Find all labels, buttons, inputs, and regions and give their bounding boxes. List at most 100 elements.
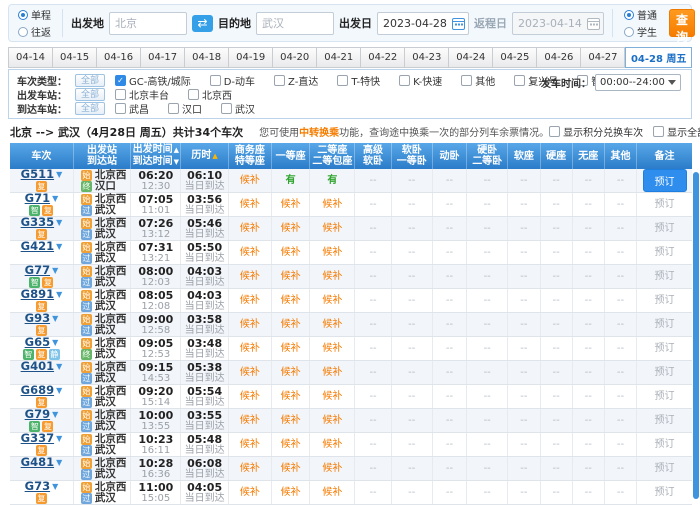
- filter-checkbox[interactable]: K-快速: [399, 73, 442, 88]
- seat-availability-cell[interactable]: 候补: [310, 481, 355, 505]
- seat-availability-cell[interactable]: 候补: [228, 457, 271, 481]
- book-link[interactable]: 预订: [655, 223, 675, 234]
- seat-availability-cell[interactable]: 候补: [228, 265, 271, 289]
- seat-availability-cell[interactable]: 候补: [228, 481, 271, 505]
- expand-caret-icon[interactable]: ▼: [52, 193, 58, 204]
- seat-availability-cell[interactable]: 候补: [271, 433, 309, 457]
- expand-caret-icon[interactable]: ▼: [52, 409, 58, 420]
- book-link[interactable]: 预订: [655, 295, 675, 306]
- book-link[interactable]: 预订: [655, 343, 675, 354]
- column-header[interactable]: 出发时间▲到达时间▼: [131, 143, 181, 169]
- seat-availability-cell[interactable]: 候补: [310, 457, 355, 481]
- from-station-all-button[interactable]: 全部: [75, 88, 105, 101]
- seat-availability-cell[interactable]: 候补: [310, 289, 355, 313]
- filter-checkbox[interactable]: 北京西: [188, 87, 232, 102]
- date-tab[interactable]: 04-27: [581, 47, 625, 68]
- expand-caret-icon[interactable]: ▼: [52, 481, 58, 492]
- filter-checkbox[interactable]: T-特快: [337, 73, 380, 88]
- train-number-link[interactable]: G689: [21, 385, 54, 396]
- seat-availability-cell[interactable]: 候补: [310, 361, 355, 385]
- train-number-link[interactable]: G65: [25, 337, 50, 348]
- scrollbar-thumb[interactable]: [693, 172, 699, 499]
- date-tab[interactable]: 04-15: [53, 47, 97, 68]
- expand-caret-icon[interactable]: ▼: [52, 313, 58, 324]
- expand-caret-icon[interactable]: ▼: [52, 337, 58, 348]
- seat-availability-cell[interactable]: 候补: [310, 409, 355, 433]
- show-all-checkbox[interactable]: 显示全部可预订车次: [653, 124, 700, 139]
- seat-availability-cell[interactable]: 候补: [271, 217, 309, 241]
- seat-availability-cell[interactable]: 候补: [271, 361, 309, 385]
- filter-checkbox[interactable]: 武汉: [221, 101, 255, 116]
- depart-date-input[interactable]: [383, 17, 449, 30]
- expand-caret-icon[interactable]: ▼: [56, 457, 62, 468]
- train-number-link[interactable]: G511: [21, 169, 54, 180]
- book-link[interactable]: 预订: [655, 247, 675, 258]
- date-tab[interactable]: 04-25: [493, 47, 537, 68]
- to-input[interactable]: [256, 12, 334, 35]
- seat-availability-cell[interactable]: 候补: [271, 385, 309, 409]
- train-number-link[interactable]: G401: [21, 361, 54, 372]
- filter-checkbox[interactable]: 北京丰台: [115, 87, 169, 102]
- expand-caret-icon[interactable]: ▼: [56, 385, 62, 396]
- date-tab[interactable]: 04-23: [405, 47, 449, 68]
- seat-availability-cell[interactable]: 候补: [310, 385, 355, 409]
- seat-availability-cell[interactable]: 候补: [228, 169, 271, 193]
- filter-checkbox[interactable]: 其他: [461, 73, 495, 88]
- seat-availability-cell[interactable]: 候补: [310, 313, 355, 337]
- column-header[interactable]: 历时▲: [181, 143, 228, 169]
- date-tab-active[interactable]: 04-28 周五: [625, 47, 692, 68]
- seat-availability-cell[interactable]: 有: [271, 169, 309, 193]
- train-number-link[interactable]: G337: [21, 433, 54, 444]
- seat-availability-cell[interactable]: 候补: [228, 193, 271, 217]
- transfer-link[interactable]: 中转换乘: [299, 128, 339, 139]
- filter-checkbox[interactable]: 武昌: [115, 101, 149, 116]
- expand-caret-icon[interactable]: ▼: [56, 217, 62, 228]
- depart-date-field[interactable]: [377, 12, 469, 35]
- train-number-link[interactable]: G335: [21, 217, 54, 228]
- book-link[interactable]: 预订: [655, 487, 675, 498]
- train-number-link[interactable]: G71: [25, 193, 50, 204]
- student-passenger-radio[interactable]: 学生: [624, 24, 657, 39]
- train-number-link[interactable]: G481: [21, 457, 54, 468]
- calendar-icon[interactable]: [452, 17, 465, 30]
- search-button[interactable]: 查询: [669, 9, 695, 37]
- expand-caret-icon[interactable]: ▼: [56, 289, 62, 300]
- expand-caret-icon[interactable]: ▼: [52, 265, 58, 276]
- seat-availability-cell[interactable]: 候补: [310, 241, 355, 265]
- train-type-all-button[interactable]: 全部: [75, 74, 105, 87]
- seat-availability-cell[interactable]: 候补: [271, 337, 309, 361]
- from-input[interactable]: [109, 12, 187, 35]
- date-tab[interactable]: 04-18: [185, 47, 229, 68]
- train-number-link[interactable]: G891: [21, 289, 54, 300]
- expand-caret-icon[interactable]: ▼: [56, 241, 62, 252]
- expand-caret-icon[interactable]: ▼: [56, 169, 62, 180]
- book-link[interactable]: 预订: [655, 439, 675, 450]
- seat-availability-cell[interactable]: 候补: [228, 433, 271, 457]
- train-number-link[interactable]: G73: [25, 481, 50, 492]
- seat-availability-cell[interactable]: 候补: [228, 409, 271, 433]
- seat-availability-cell[interactable]: 候补: [271, 313, 309, 337]
- one-way-radio[interactable]: 单程: [18, 7, 51, 22]
- book-link[interactable]: 预订: [655, 391, 675, 402]
- date-tab[interactable]: 04-24: [449, 47, 493, 68]
- train-number-link[interactable]: G79: [25, 409, 50, 420]
- book-link[interactable]: 预订: [655, 367, 675, 378]
- seat-availability-cell[interactable]: 候补: [228, 289, 271, 313]
- seat-availability-cell[interactable]: 候补: [271, 265, 309, 289]
- seat-availability-cell[interactable]: 候补: [271, 241, 309, 265]
- train-number-link[interactable]: G77: [25, 265, 50, 276]
- date-tab[interactable]: 04-20: [273, 47, 317, 68]
- seat-availability-cell[interactable]: 候补: [271, 457, 309, 481]
- seat-availability-cell[interactable]: 候补: [228, 217, 271, 241]
- book-link[interactable]: 预订: [655, 271, 675, 282]
- seat-availability-cell[interactable]: 候补: [271, 409, 309, 433]
- book-link[interactable]: 预订: [655, 415, 675, 426]
- train-number-link[interactable]: G93: [25, 313, 50, 324]
- expand-caret-icon[interactable]: ▼: [56, 361, 62, 372]
- seat-availability-cell[interactable]: 候补: [310, 193, 355, 217]
- seat-availability-cell[interactable]: 有: [310, 169, 355, 193]
- seat-availability-cell[interactable]: 候补: [271, 193, 309, 217]
- date-tab[interactable]: 04-26: [537, 47, 581, 68]
- seat-availability-cell[interactable]: 候补: [228, 313, 271, 337]
- book-button[interactable]: 预订: [643, 169, 687, 192]
